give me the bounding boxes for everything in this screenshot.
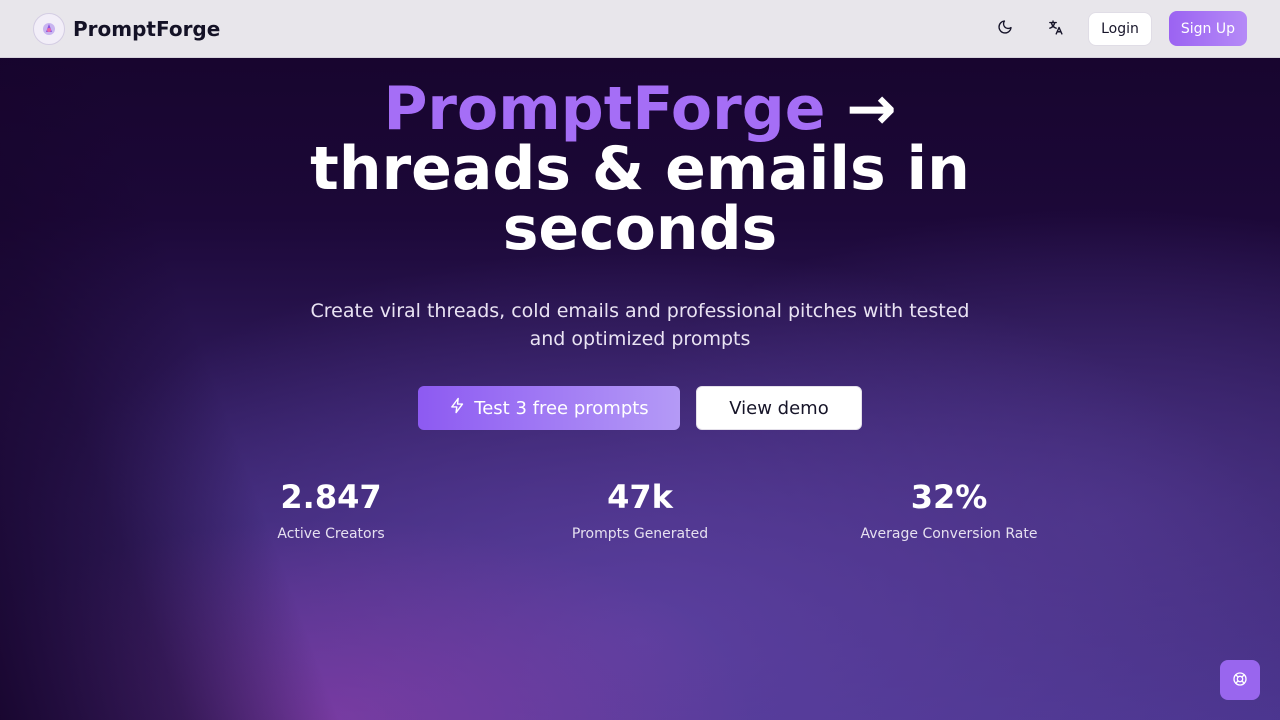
view-demo-button[interactable]: View demo [696, 386, 862, 430]
support-button[interactable] [1220, 660, 1260, 700]
stat-prompts-generated: 47k Prompts Generated [490, 478, 790, 542]
moon-icon [997, 19, 1013, 38]
stat-value: 2.847 [280, 478, 382, 516]
wizard-icon [33, 12, 65, 45]
hero-subtitle: Create viral threads, cold emails and pr… [310, 300, 970, 350]
test-free-prompts-button[interactable]: Test 3 free prompts [418, 386, 680, 430]
cta-row: Test 3 free prompts View demo [0, 386, 1280, 430]
stat-active-creators: 2.847 Active Creators [181, 478, 481, 542]
stat-label: Prompts Generated [571, 526, 709, 542]
nav-actions: Login Sign Up [988, 11, 1247, 46]
signup-button[interactable]: Sign Up [1168, 11, 1247, 46]
stat-label: Average Conversion Rate [860, 526, 1038, 542]
login-button[interactable]: Login [1088, 11, 1152, 46]
brand-name: PromptForge [73, 16, 221, 41]
navbar: PromptForge Login Sign Up [0, 0, 1280, 58]
stat-label: Active Creators [277, 526, 385, 542]
lifebuoy-icon [1232, 671, 1248, 690]
headline-line-3: seconds [502, 194, 778, 264]
brand[interactable]: PromptForge [33, 12, 221, 45]
test-free-prompts-label: Test 3 free prompts [474, 397, 649, 419]
theme-toggle-button[interactable] [988, 12, 1022, 46]
stat-value: 47k [607, 478, 673, 516]
stat-average-conversion-rate: 32% Average Conversion Rate [799, 478, 1099, 542]
hero-headline: PromptForge → threads & emails in second… [0, 79, 1280, 259]
language-button[interactable] [1038, 12, 1072, 46]
lightning-icon [449, 397, 466, 419]
hero-section: PromptForge → threads & emails in second… [0, 58, 1280, 430]
translate-icon [1047, 19, 1064, 39]
stat-value: 32% [910, 478, 988, 516]
